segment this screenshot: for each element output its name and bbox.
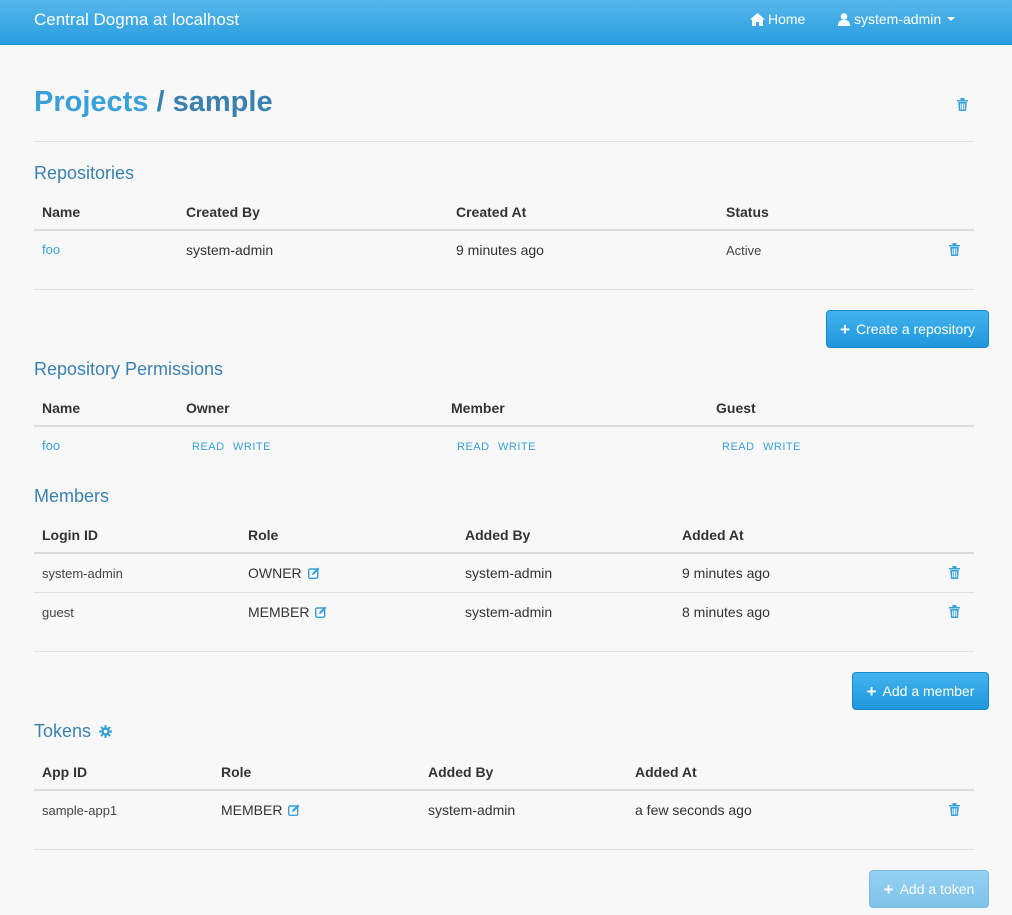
repo-col-created-by: Created By [186,204,260,220]
nav-home-label: Home [768,11,806,27]
member-login-id: guest [42,605,74,620]
repo-table-header-line [34,229,974,231]
perm-col-member: Member [451,400,505,416]
member-added-at: 9 minutes ago [682,565,770,581]
token-table-bottom-line [34,849,974,850]
repositories-heading-label: Repositories [34,163,135,183]
member-col-login-id: Login ID [42,527,98,543]
repo-col-created-at: Created At [456,204,527,220]
edit-icon[interactable] [315,606,327,618]
create-repository-button[interactable]: + Create a repository [826,310,989,348]
token-role: MEMBER [221,802,300,818]
token-col-app-id: App ID [42,764,88,780]
perm-col-name: Name [42,400,81,416]
member-added-at: 8 minutes ago [682,604,770,620]
permissions-heading-label: Repository Permissions [34,359,224,379]
member-added-by: system-admin [465,604,553,620]
delete-token-trash-icon[interactable] [949,803,960,816]
plus-icon: + [883,879,894,899]
chevron-down-icon [947,17,956,21]
title-divider [34,141,974,142]
perm-repo-name-link[interactable]: foo [42,438,60,453]
token-added-at: a few seconds ago [635,802,752,818]
nav-home-link[interactable]: Home [750,11,805,27]
member-role: OWNER [248,565,320,581]
plus-icon: + [866,681,877,701]
repo-created-at: 9 minutes ago [456,242,544,258]
edit-icon[interactable] [307,567,320,579]
member-table-header-line [34,552,974,554]
guest-write-toggle[interactable]: WRITE [763,441,801,453]
member-col-added-at: Added At [682,527,744,543]
owner-read-toggle[interactable]: READ [192,441,225,453]
token-app-id: sample-app1 [42,803,118,818]
add-token-label: Add a token [899,881,975,897]
edit-icon[interactable] [288,804,300,816]
delete-member-trash-icon[interactable] [949,605,960,618]
user-menu-dropdown[interactable]: system-admin [838,11,956,27]
token-added-by: system-admin [428,802,516,818]
breadcrumb-separator: / [156,86,165,118]
tokens-heading: Tokens [34,721,113,742]
repo-col-name: Name [42,204,81,220]
home-icon [750,12,765,26]
brand-title[interactable]: Central Dogma at localhost [34,10,239,30]
token-role-label: MEMBER [221,802,283,818]
add-member-label: Add a member [882,683,975,699]
add-member-button[interactable]: + Add a member [852,672,989,710]
user-icon [838,12,850,26]
member-write-toggle[interactable]: WRITE [498,441,536,453]
token-col-added-by: Added By [428,764,494,780]
user-menu-label: system-admin [854,11,942,27]
delete-project-trash-icon[interactable] [957,98,968,111]
permissions-heading: Repository Permissions [34,359,223,380]
owner-write-toggle[interactable]: WRITE [233,441,271,453]
tokens-heading-label: Tokens [34,721,92,741]
repo-created-by: system-admin [186,242,274,258]
repositories-heading: Repositories [34,163,134,184]
delete-repo-trash-icon[interactable] [949,243,960,256]
member-role: MEMBER [248,604,327,620]
breadcrumb-projects-link[interactable]: Projects [34,86,148,118]
member-role-label: MEMBER [248,604,310,620]
repo-col-status: Status [726,204,769,220]
perm-col-owner: Owner [186,400,230,416]
token-col-added-at: Added At [635,764,697,780]
repo-name-link[interactable]: foo [42,242,60,257]
gear-icon[interactable] [99,725,113,738]
perm-table-header-line [34,425,974,427]
page-title: Projects / sample [34,86,273,119]
member-col-added-by: Added By [465,527,531,543]
repo-table-bottom-line [34,289,974,290]
token-col-role: Role [221,764,252,780]
member-col-role: Role [248,527,279,543]
members-heading-label: Members [34,486,110,506]
breadcrumb-project-name: sample [172,86,273,118]
member-login-id: system-admin [42,566,123,581]
member-table-bottom-line [34,651,974,652]
perm-col-guest: Guest [716,400,756,416]
member-read-toggle[interactable]: READ [457,441,490,453]
plus-icon: + [840,319,850,339]
repo-status: Active [726,243,762,258]
create-repository-label: Create a repository [855,321,975,337]
delete-member-trash-icon[interactable] [949,566,960,579]
token-table-header-line [34,789,974,791]
add-token-button[interactable]: + Add a token [869,870,989,908]
member-role-label: OWNER [248,565,302,581]
guest-read-toggle[interactable]: READ [722,441,755,453]
top-navbar: Central Dogma at localhost Home system-a… [0,0,1012,45]
member-added-by: system-admin [465,565,553,581]
member-row-divider [34,592,974,593]
members-heading: Members [34,486,109,507]
